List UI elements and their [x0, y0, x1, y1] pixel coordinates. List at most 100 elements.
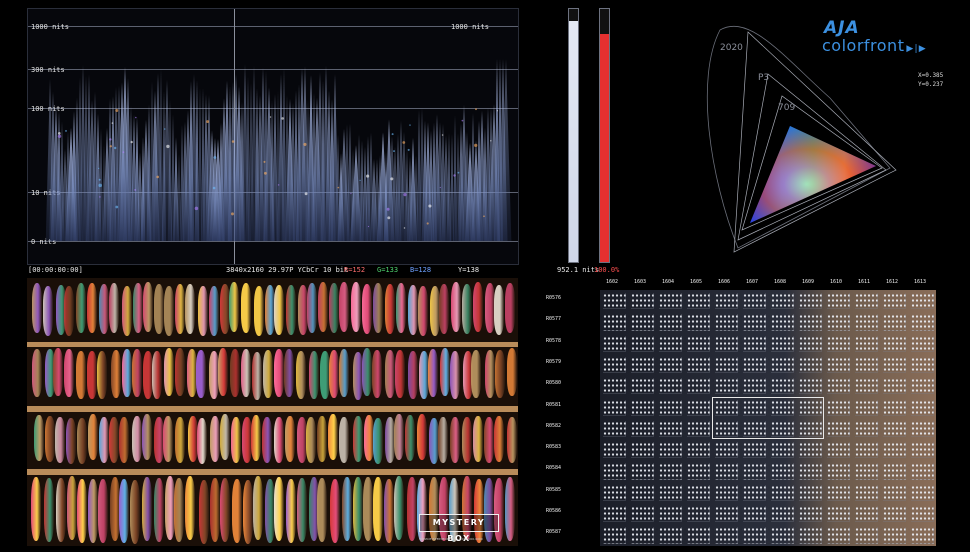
waveform-highlight: [359, 179, 361, 182]
grid-cell: [659, 356, 682, 374]
grid-cell: [827, 484, 850, 501]
waveform-highlight: [483, 215, 485, 218]
grid-cell: [687, 335, 710, 352]
shoe: [53, 348, 64, 397]
grid-column-header: 1611: [858, 279, 871, 285]
waveform-highlight: [281, 117, 284, 120]
shoe: [208, 285, 219, 336]
grid-cell: [827, 399, 850, 416]
grid-cell: [771, 356, 794, 374]
shoe: [163, 416, 174, 463]
grid-cell: [855, 356, 878, 374]
grid-row-header: R0578: [546, 337, 562, 344]
grid-cell: [687, 527, 710, 544]
grid-cell: [659, 314, 682, 331]
grid-cell: [659, 335, 682, 352]
shoe: [131, 415, 142, 462]
shoe: [329, 283, 340, 334]
grid-cell: [771, 314, 794, 331]
shoe: [88, 414, 99, 461]
grid-cell: [715, 314, 738, 331]
shoe: [119, 416, 130, 463]
grid-row-header: R0582: [546, 422, 562, 429]
grid-cell: [603, 506, 626, 523]
shoe: [504, 282, 515, 333]
grid-cell: [799, 314, 822, 331]
waveform-highlight: [122, 151, 125, 154]
grid-cell: [911, 399, 934, 416]
grid-cell: [771, 463, 794, 480]
shoe: [110, 350, 121, 399]
shoe: [240, 348, 251, 397]
shoe: [373, 476, 384, 541]
waveform-highlight: [403, 227, 406, 229]
waveform-highlight: [115, 109, 119, 112]
grid-cell: [603, 484, 626, 501]
grid-column-header: 1605: [690, 279, 703, 285]
grid-cell: [631, 399, 654, 416]
shoe: [394, 476, 405, 541]
grid-cell: [827, 420, 850, 438]
waveform-highlight: [269, 116, 272, 118]
shoe: [174, 417, 185, 464]
shoe: [185, 283, 196, 334]
grid-row-header: R0580: [546, 380, 562, 387]
shoe: [198, 479, 209, 544]
shoe: [75, 283, 86, 334]
readout-g: G=133: [377, 266, 399, 274]
shoe: [273, 417, 284, 464]
waveform-highlight: [461, 119, 464, 122]
grid-cell: [855, 527, 878, 544]
waveform-highlight: [109, 138, 112, 141]
waveform-highlight: [337, 186, 340, 189]
shoe: [97, 478, 108, 543]
waveform-highlight: [98, 178, 101, 181]
shoe: [164, 348, 175, 397]
shoe: [99, 416, 110, 463]
shoe: [406, 476, 417, 541]
grid-cell: [799, 378, 822, 395]
shoe: [264, 284, 275, 335]
shoe: [506, 348, 517, 397]
waveform-highlight: [366, 174, 370, 178]
grid-cell: [911, 484, 934, 501]
grid-column-header: 1606: [718, 279, 731, 285]
grid-row-header: R0581: [546, 401, 562, 408]
grid-cell: [827, 293, 850, 310]
waveform-highlight: [391, 133, 394, 136]
grid-cell: [631, 420, 654, 438]
shoe: [361, 348, 372, 397]
cie-chromaticity-diagram: 2020 P3 709: [706, 25, 897, 253]
waveform-highlight: [57, 134, 62, 139]
shoe: [373, 417, 384, 464]
shoe: [251, 415, 262, 462]
grid-cell: [883, 442, 906, 459]
grid-row-header: R0579: [546, 358, 562, 365]
shoe: [341, 477, 352, 542]
waveform-highlight: [134, 188, 137, 191]
shoe: [339, 282, 349, 333]
shoe: [153, 478, 164, 543]
waveform-highlight: [163, 128, 166, 130]
grid-cell: [687, 399, 710, 416]
shoe: [504, 477, 515, 542]
waveform-highlight: [303, 142, 307, 146]
grid-cell: [771, 442, 794, 459]
waveform-highlight: [156, 175, 160, 179]
shoe: [64, 285, 75, 336]
waveform-highlight: [403, 192, 407, 197]
grid-cell: [855, 463, 878, 480]
shoe: [296, 350, 307, 399]
grid-cell: [603, 378, 626, 395]
waveform-highlight: [57, 132, 61, 135]
grid-cell: [603, 399, 626, 416]
shoe: [472, 282, 483, 333]
shoe: [394, 350, 405, 399]
grid-cell: [883, 378, 906, 395]
shoe: [483, 416, 494, 463]
grid-selection: [712, 396, 824, 440]
grid-cell: [827, 314, 850, 331]
waveform-highlight: [496, 110, 499, 112]
waveform-highlight: [390, 177, 394, 181]
shoe: [42, 285, 53, 336]
